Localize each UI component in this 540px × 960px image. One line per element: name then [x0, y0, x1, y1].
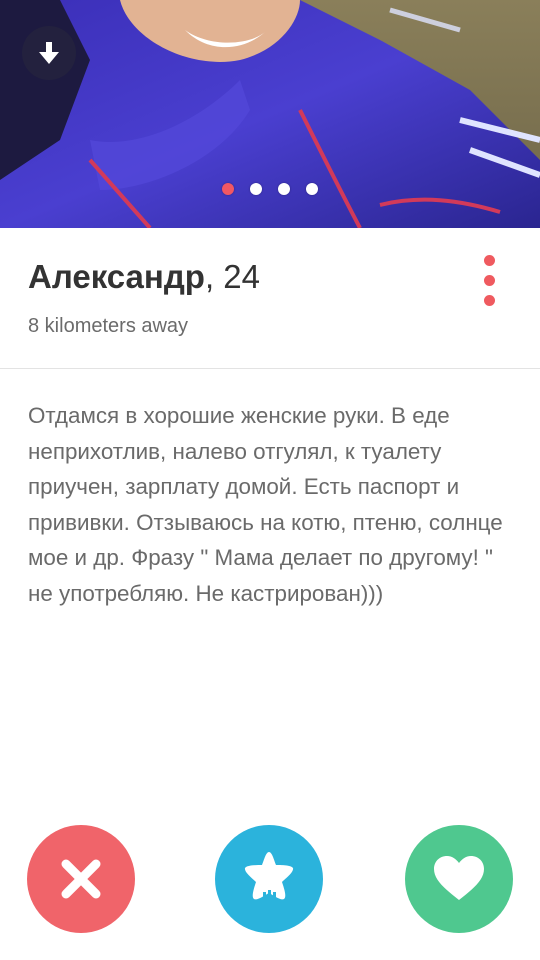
more-vertical-icon [483, 294, 495, 306]
profile-name-line: Александр, 24 [28, 258, 260, 296]
super-like-button[interactable] [215, 825, 323, 933]
heart-icon [434, 856, 484, 900]
pagination-dot[interactable] [306, 183, 318, 195]
photo-pagination [0, 183, 540, 195]
more-options-button[interactable] [472, 250, 506, 310]
like-button[interactable] [405, 825, 513, 933]
more-vertical-icon [483, 274, 495, 286]
more-vertical-icon [483, 254, 495, 266]
profile-header: Александр, 24 8 kilometers away [0, 228, 540, 369]
profile-age: , 24 [204, 258, 260, 295]
pagination-dot[interactable] [250, 183, 262, 195]
close-icon [61, 859, 101, 899]
nope-button[interactable] [27, 825, 135, 933]
pagination-dot-active[interactable] [222, 183, 234, 195]
profile-photo[interactable] [0, 0, 540, 228]
arrow-down-icon [39, 42, 59, 64]
download-button[interactable] [22, 26, 76, 80]
pagination-dot[interactable] [278, 183, 290, 195]
profile-name: Александр [28, 258, 205, 295]
profile-bio: Отдамся в хорошие женские руки. В еде не… [28, 403, 503, 606]
profile-distance: 8 kilometers away [28, 315, 189, 337]
action-bar [0, 825, 540, 935]
super-like-star-icon [244, 852, 294, 902]
